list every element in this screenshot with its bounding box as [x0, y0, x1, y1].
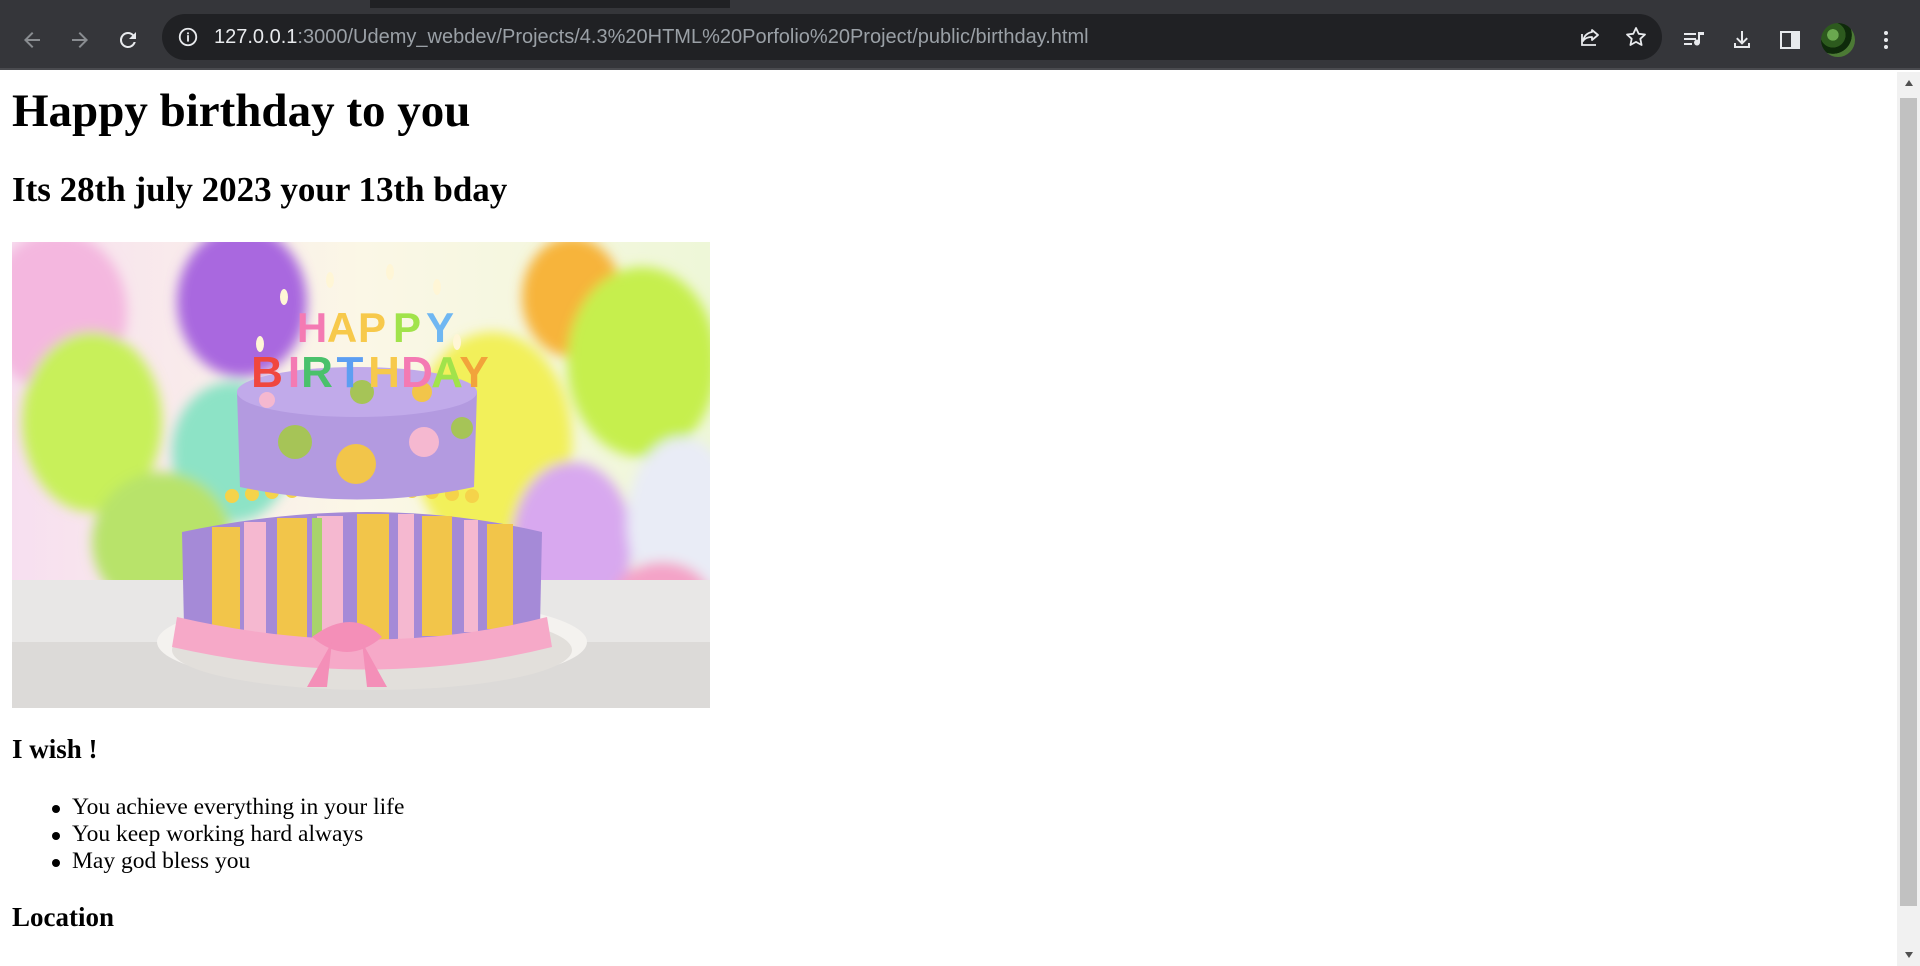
- wish-list: You achieve everything in your life You …: [12, 794, 404, 875]
- page-viewport: Happy birthday to you Its 28th july 2023…: [0, 72, 1897, 966]
- back-button[interactable]: [14, 22, 50, 58]
- scroll-thumb[interactable]: [1900, 98, 1917, 906]
- svg-text:P: P: [358, 304, 386, 351]
- svg-text:I: I: [288, 348, 300, 397]
- browser-toolbar: 127.0.0.1:3000/Udemy_webdev/Projects/4.3…: [0, 8, 1920, 70]
- kebab-menu-icon: [1884, 31, 1888, 49]
- svg-text:R: R: [301, 348, 333, 397]
- birthday-cake-illustration: H A P P Y B I R T H D A Y: [12, 242, 710, 708]
- side-panel-icon: [1780, 31, 1800, 49]
- page-title: Happy birthday to you: [12, 85, 471, 137]
- scroll-down-arrow-icon: [1904, 952, 1913, 958]
- address-bar[interactable]: 127.0.0.1:3000/Udemy_webdev/Projects/4.3…: [162, 14, 1662, 60]
- url-host: 127.0.0.1: [214, 26, 298, 48]
- reload-button[interactable]: [110, 22, 146, 58]
- scroll-up-arrow-icon: [1904, 80, 1913, 86]
- wish-heading: I wish !: [12, 734, 98, 764]
- list-item: May god bless you: [12, 848, 404, 875]
- tab-strip: [0, 0, 1920, 8]
- profile-avatar[interactable]: [1821, 23, 1855, 57]
- page-scrollbar[interactable]: [1897, 72, 1920, 966]
- tab-edge-left: [0, 0, 370, 8]
- svg-text:Y: Y: [459, 348, 488, 397]
- list-item: You keep working hard always: [12, 821, 404, 848]
- back-arrow-icon: [24, 32, 40, 48]
- url-path: :3000/Udemy_webdev/Projects/4.3%20HTML%2…: [297, 26, 1089, 48]
- list-item: You achieve everything in your life: [12, 794, 404, 821]
- side-panel-button[interactable]: [1772, 22, 1808, 58]
- forward-button[interactable]: [62, 22, 98, 58]
- media-queue-button[interactable]: [1677, 22, 1713, 58]
- svg-text:B: B: [251, 348, 283, 397]
- scroll-up-button[interactable]: [1897, 74, 1920, 92]
- download-button[interactable]: [1724, 22, 1760, 58]
- share-button[interactable]: [1578, 25, 1602, 49]
- svg-text:T: T: [337, 348, 364, 397]
- svg-text:H: H: [368, 348, 400, 397]
- svg-text:Y: Y: [426, 304, 454, 351]
- media-queue-icon: [1684, 32, 1704, 46]
- birthday-cake-image: H A P P Y B I R T H D A Y: [12, 242, 710, 708]
- url-text[interactable]: 127.0.0.1:3000/Udemy_webdev/Projects/4.3…: [214, 14, 1089, 60]
- download-icon: [1734, 31, 1750, 48]
- bookmark-button[interactable]: [1624, 25, 1648, 49]
- scroll-down-button[interactable]: [1897, 946, 1920, 964]
- svg-text:A: A: [327, 304, 357, 351]
- browser-menu-button[interactable]: [1868, 22, 1904, 58]
- tab-edge-right: [730, 0, 1920, 8]
- reload-icon: [119, 31, 136, 48]
- location-heading: Location: [12, 902, 115, 932]
- svg-text:A: A: [431, 348, 463, 397]
- star-icon: [1626, 27, 1646, 46]
- svg-text:D: D: [401, 348, 433, 397]
- share-icon: [1581, 29, 1599, 46]
- site-info-button[interactable]: [176, 25, 200, 49]
- info-icon: [178, 27, 198, 47]
- page-subtitle: Its 28th july 2023 your 13th bday: [12, 170, 508, 209]
- svg-text:H: H: [297, 304, 327, 351]
- forward-arrow-icon: [72, 32, 88, 48]
- svg-text:P: P: [393, 304, 421, 351]
